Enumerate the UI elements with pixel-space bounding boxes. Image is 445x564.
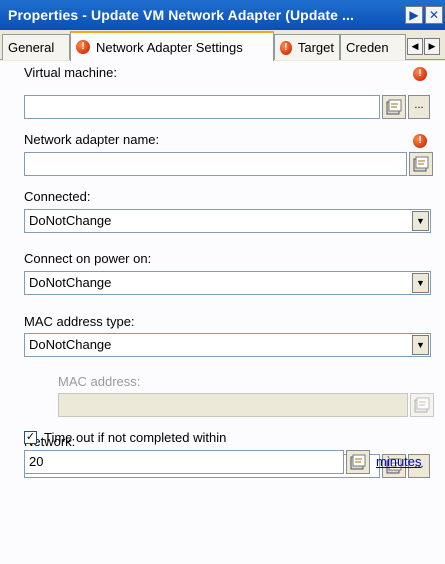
tab-network-adapter-settings[interactable]: ! Network Adapter Settings: [70, 31, 274, 61]
tab-credentials-label: Creden: [346, 40, 389, 55]
minutes-link[interactable]: minutes: [376, 454, 422, 469]
title-bar: Properties - Update VM Network Adapter (…: [0, 0, 445, 30]
browse-properties-button[interactable]: [409, 152, 433, 176]
properties-icon: [386, 99, 402, 115]
mac-address-type-label: MAC address type:: [24, 314, 135, 329]
tab-target-label: Target: [297, 40, 334, 55]
timeout-checkbox[interactable]: ✓: [24, 431, 37, 444]
virtual-machine-field[interactable]: [24, 95, 380, 119]
warning-icon: !: [413, 67, 427, 81]
network-adapter-name-field[interactable]: [24, 152, 407, 176]
browse-properties-button: [410, 393, 434, 417]
properties-icon: [413, 156, 429, 172]
tab-network-adapter-settings-label: Network Adapter Settings: [96, 39, 243, 55]
connect-on-power-on-dropdown[interactable]: DoNotChange ▼: [24, 271, 431, 295]
connected-dropdown[interactable]: DoNotChange ▼: [24, 209, 431, 233]
warning-icon: !: [413, 134, 427, 148]
network-adapter-name-label: Network adapter name:: [24, 132, 160, 147]
tab-general-label: General: [8, 40, 55, 55]
mac-address-type-dropdown[interactable]: DoNotChange ▼: [24, 333, 431, 357]
properties-icon: [350, 454, 366, 470]
virtual-machine-label: Virtual machine:: [24, 65, 117, 80]
close-button[interactable]: ✕: [425, 6, 443, 24]
tab-general[interactable]: General: [2, 34, 70, 60]
mac-address-type-value: DoNotChange: [29, 337, 112, 352]
browse-properties-button[interactable]: [346, 450, 370, 474]
properties-icon: [414, 397, 430, 413]
tab-bar: General ! Network Adapter Settings ! Tar…: [0, 30, 445, 61]
tab-scroll-left-icon[interactable]: ◀: [407, 38, 423, 55]
mac-address-field: [58, 393, 408, 417]
browse-properties-button[interactable]: [382, 95, 406, 119]
warning-icon: !: [76, 40, 90, 54]
browse-button[interactable]: ...: [408, 95, 430, 119]
tab-credentials[interactable]: Creden: [340, 34, 406, 60]
chevron-down-icon[interactable]: ▼: [412, 273, 429, 293]
timeout-value-field[interactable]: 20: [24, 450, 344, 474]
warning-icon: !: [280, 40, 292, 55]
chevron-down-icon[interactable]: ▼: [412, 211, 429, 231]
mac-address-label: MAC address:: [58, 374, 141, 389]
timeout-checkbox-label[interactable]: Time out if not completed within: [44, 430, 226, 445]
settings-panel: Virtual machine: ! ... Network adapter n…: [0, 61, 445, 564]
connected-value: DoNotChange: [29, 213, 112, 228]
tab-target[interactable]: ! Target: [274, 34, 340, 60]
window-title: Properties - Update VM Network Adapter (…: [8, 7, 354, 23]
connected-label: Connected:: [24, 189, 91, 204]
tab-scroll-right-icon[interactable]: ▶: [424, 38, 440, 55]
title-scroll-right-button[interactable]: ▶: [405, 6, 423, 24]
chevron-down-icon[interactable]: ▼: [412, 335, 429, 355]
connect-on-power-on-value: DoNotChange: [29, 275, 112, 290]
connect-on-power-on-label: Connect on power on:: [24, 251, 152, 266]
